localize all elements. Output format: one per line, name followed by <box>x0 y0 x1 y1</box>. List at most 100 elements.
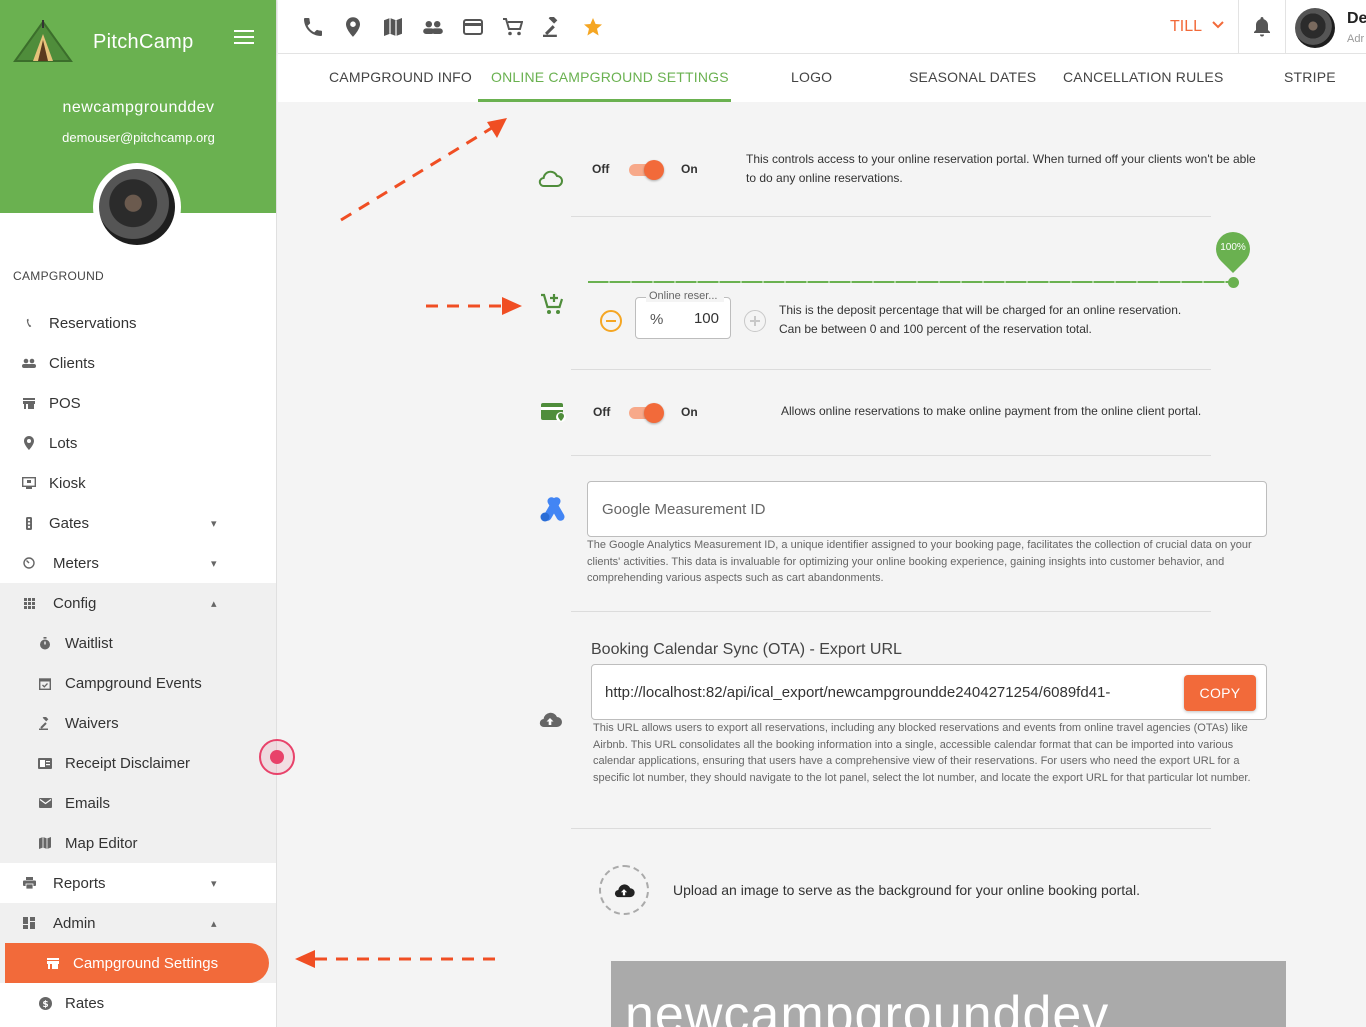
sidebar-item-waitlist[interactable]: Waitlist <box>0 623 276 663</box>
toggle-on-label: On <box>681 405 698 419</box>
sidebar-item-label: Clients <box>49 354 95 372</box>
sidebar-item-config[interactable]: Config ▴ <box>0 583 276 623</box>
sidebar-item-rates[interactable]: $ Rates <box>0 983 276 1023</box>
annotation-arrow-deposit <box>426 297 522 315</box>
deposit-percent-value[interactable]: 100 <box>694 310 719 327</box>
chevron-up-icon[interactable]: ▴ <box>211 597 217 610</box>
sidebar-item-label: Lots <box>49 434 78 452</box>
user-name-short[interactable]: De <box>1347 10 1366 28</box>
receipt-icon <box>38 756 52 770</box>
tab-cancellation-rules[interactable]: CANCELLATION RULES <box>1063 69 1224 85</box>
tab-campground-info[interactable]: CAMPGROUND INFO <box>329 69 472 85</box>
map-icon <box>38 836 52 850</box>
sidebar-item-label: Emails <box>65 794 111 812</box>
deposit-percent-field[interactable]: Online reser... % 100 <box>635 290 731 339</box>
sidebar-item-clients[interactable]: Clients <box>0 343 276 383</box>
credit-card-icon[interactable] <box>462 16 484 38</box>
sidebar-item-kiosk[interactable]: Kiosk <box>0 463 276 503</box>
increment-button[interactable] <box>744 310 766 332</box>
grid-icon <box>22 596 36 610</box>
map-icon[interactable] <box>382 16 404 38</box>
till-dropdown[interactable]: TILL <box>1170 18 1202 36</box>
deposit-field-label: Online reser... <box>646 290 724 302</box>
avatar[interactable] <box>93 163 181 251</box>
sidebar-item-meters[interactable]: Meters ▾ <box>0 543 276 583</box>
sidebar-item-gates[interactable]: Gates ▾ <box>0 503 276 543</box>
online-payment-description: Allows online reservations to make onlin… <box>781 404 1202 418</box>
gavel-icon[interactable] <box>542 16 564 38</box>
star-icon[interactable] <box>582 16 604 38</box>
payment-card-icon <box>540 402 568 429</box>
sidebar-item-receipt-disclaimer[interactable]: Receipt Disclaimer <box>0 743 276 783</box>
deposit-description-line1: This is the deposit percentage that will… <box>779 303 1182 317</box>
user-email: demouser@pitchcamp.org <box>62 130 215 145</box>
traffic-light-icon <box>22 516 36 530</box>
tent-logo-icon <box>13 20 73 62</box>
deposit-slider-track[interactable] <box>588 281 1233 283</box>
divider <box>571 828 1211 829</box>
dollar-coin-icon: $ <box>38 996 52 1010</box>
sidebar-item-pos[interactable]: POS <box>0 383 276 423</box>
sidebar-item-label: Waivers <box>65 714 119 732</box>
divider <box>571 369 1211 370</box>
google-measurement-id-field[interactable] <box>588 482 1266 536</box>
toggle-off-label: Off <box>593 405 611 419</box>
google-measurement-id-input[interactable] <box>587 481 1267 537</box>
tab-stripe[interactable]: STRIPE <box>1284 69 1336 85</box>
ota-export-url-box[interactable]: http://localhost:82/api/ical_export/newc… <box>591 664 1267 720</box>
ota-export-help: This URL allows users to export all rese… <box>593 722 1251 784</box>
settings-tabs: CAMPGROUND INFO ONLINE CAMPGROUND SETTIN… <box>278 54 1366 102</box>
online-portal-toggle[interactable] <box>627 159 665 181</box>
phone-icon[interactable] <box>302 16 324 38</box>
online-payment-toggle[interactable] <box>627 402 665 424</box>
decrement-button[interactable] <box>600 310 622 332</box>
chevron-down-icon[interactable]: ▾ <box>211 877 217 890</box>
people-icon[interactable] <box>422 16 444 38</box>
sidebar-item-label: Waitlist <box>65 634 113 652</box>
mail-icon <box>38 796 52 810</box>
cart-icon[interactable] <box>502 16 524 38</box>
ota-export-url[interactable]: http://localhost:82/api/ical_export/newc… <box>605 684 1177 701</box>
sidebar-item-campground-events[interactable]: Campground Events <box>0 663 276 703</box>
divider <box>1285 0 1286 54</box>
sidebar-item-map-editor[interactable]: Map Editor <box>0 823 276 863</box>
sidebar-item-label: Reports <box>53 874 106 892</box>
divider <box>1238 0 1239 54</box>
tab-seasonal-dates[interactable]: SEASONAL DATES <box>909 69 1036 85</box>
sidebar-item-admin[interactable]: Admin ▴ <box>0 903 276 943</box>
cloud-icon <box>537 170 563 193</box>
deposit-slider-thumb[interactable] <box>1228 277 1239 288</box>
sidebar-item-reservations[interactable]: 📞︎ Reservations <box>0 303 276 343</box>
background-preview: newcampgrounddev <box>611 961 1286 1027</box>
sidebar-item-waivers[interactable]: Waivers <box>0 703 276 743</box>
copy-button[interactable]: COPY <box>1184 675 1256 711</box>
upload-background-button[interactable] <box>599 865 649 915</box>
divider <box>571 216 1211 217</box>
map-pin-icon[interactable] <box>342 16 364 38</box>
chevron-down-icon[interactable] <box>1212 17 1224 32</box>
chevron-down-icon[interactable]: ▾ <box>211 517 217 530</box>
toggle-on-label: On <box>681 162 698 176</box>
stopwatch-icon <box>38 636 52 650</box>
bell-icon[interactable] <box>1251 16 1273 38</box>
sidebar-item-label: Campground Events <box>65 674 202 692</box>
tab-online-campground-settings[interactable]: ONLINE CAMPGROUND SETTINGS <box>491 69 729 85</box>
cloud-upload-icon <box>537 710 563 733</box>
sidebar-item-emails[interactable]: Emails <box>0 783 276 823</box>
hamburger-menu-icon[interactable] <box>234 30 254 46</box>
toggle-off-label: Off <box>592 162 610 176</box>
sidebar-item-label: POS <box>49 394 81 412</box>
sidebar-item-lots[interactable]: Lots <box>0 423 276 463</box>
deposit-slider-value: 100% <box>1220 242 1246 253</box>
kiosk-icon <box>22 476 36 490</box>
sidebar-item-label: Campground Settings <box>73 954 219 972</box>
chevron-up-icon[interactable]: ▴ <box>211 917 217 930</box>
deposit-description-line2: Can be between 0 and 100 percent of the … <box>779 322 1092 336</box>
sidebar-item-campground-settings[interactable]: Campground Settings <box>0 943 276 983</box>
sidebar-item-reports[interactable]: Reports ▾ <box>0 863 276 903</box>
sidebar-item-label: Rates <box>65 994 105 1012</box>
tab-logo[interactable]: LOGO <box>791 69 832 85</box>
avatar[interactable] <box>1295 8 1335 48</box>
printer-icon <box>22 876 36 890</box>
chevron-down-icon[interactable]: ▾ <box>211 557 217 570</box>
